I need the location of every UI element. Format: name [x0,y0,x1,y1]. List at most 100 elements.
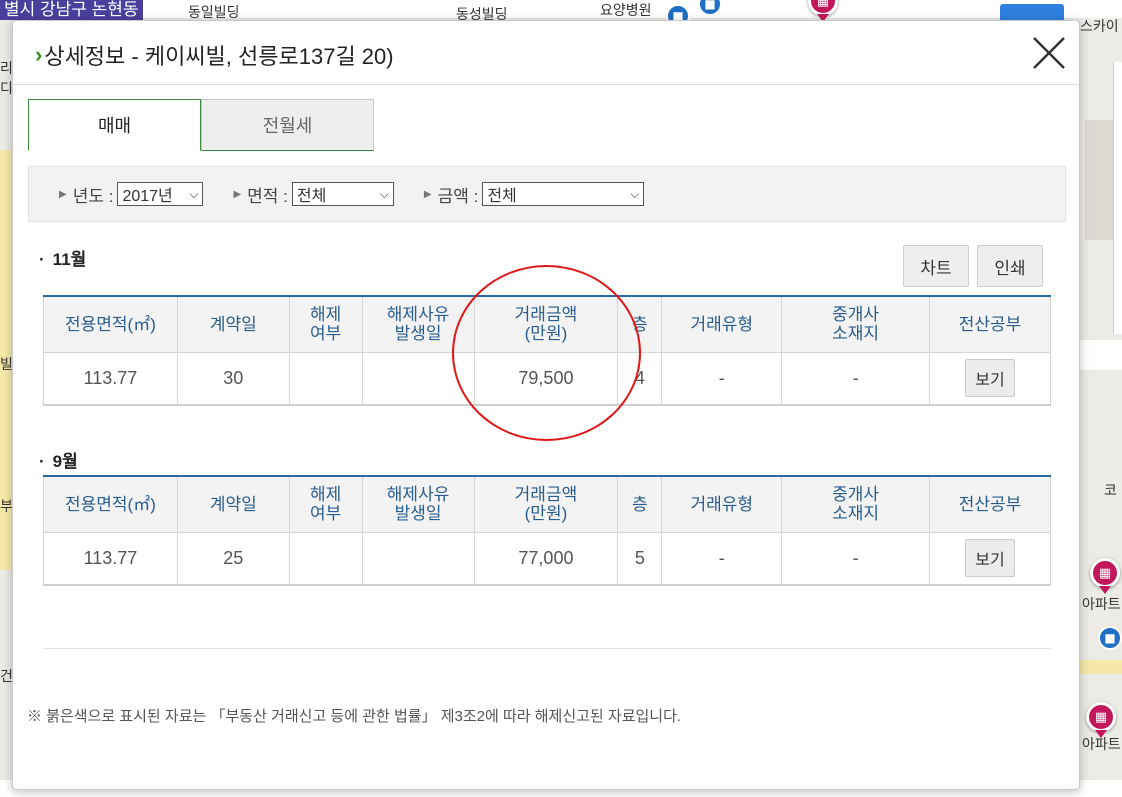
col-cancelled: 해제 여부 [288,295,363,353]
table-header-row: 전용면적(㎡) 계약일 해제 여부 해제사유 발생일 거래금액 (만원) 층 거래유형… [43,295,1051,353]
map-label: 건 [0,668,13,684]
year-filter-label: 년도 : [72,186,114,206]
chevron-down-icon: ⌵ [379,186,389,201]
map-district-label: 별시 강남구 논현동 [0,0,143,20]
triangle-right-icon: ▶ [423,188,432,200]
cell-deal-type: - [661,351,783,406]
table-row: 113.77 25 77,000 5 - - 보기 [43,531,1051,586]
chart-button[interactable]: 차트 [903,245,969,287]
map-side-panel [1113,62,1122,334]
modal-header: › 상세정보 - 케이씨빌, 선릉로137길 20) [13,21,1079,85]
cell-floor: 5 [617,531,663,586]
map-label: 빌 [0,356,13,372]
map-label: 동일빌딩 [188,4,240,20]
close-icon [1033,37,1065,69]
col-date: 계약일 [176,475,290,533]
apartment-marker-icon[interactable]: ▦ [1090,558,1120,588]
modal-title-text: 상세정보 - 케이씨빌, 선릉로137길 20) [44,44,394,69]
cell-floor: 4 [617,351,663,406]
year-select[interactable]: 2017년 ⌵ [117,182,204,206]
cell-registry: 보기 [929,531,1051,586]
detail-modal: › 상세정보 - 케이씨빌, 선릉로137길 20) 매매 전월세 ▶ 년도 :… [12,20,1080,790]
col-area: 전용면적(㎡) [43,295,178,353]
cell-area: 113.77 [43,531,178,586]
tab-sale[interactable]: 매매 [28,99,201,151]
deals-table: 전용면적(㎡) 계약일 해제 여부 해제사유 발생일 거래금액 (만원) 층 거래유형… [43,295,1051,406]
year-filter: ▶ 년도 : 2017년 ⌵ [59,182,204,207]
col-price: 거래금액 (만원) [473,475,619,533]
year-select-value: 2017년 [122,188,173,205]
map-label: 요양병원 [600,2,652,18]
tab-rent[interactable]: 전월세 [201,99,374,151]
col-deal-type: 거래유형 [661,475,783,533]
map-building [1085,120,1115,240]
deal-type-tabs: 매매 전월세 [28,99,374,151]
print-button[interactable]: 인쇄 [977,245,1043,287]
close-button[interactable] [1031,35,1067,71]
bus-stop-icon[interactable]: ■ [1098,626,1122,650]
chevron-down-icon: ⌵ [630,186,640,201]
col-floor: 층 [617,295,663,353]
col-floor: 층 [617,475,663,533]
deals-table: 전용면적(㎡) 계약일 해제 여부 해제사유 발생일 거래금액 (만원) 층 거래유형… [43,475,1051,586]
area-select-value: 전체 [296,188,327,205]
map-label: 부 [0,498,13,514]
col-price: 거래금액 (만원) [473,295,619,353]
cell-agent: - [781,531,931,586]
cell-deal-type: - [661,531,783,586]
price-filter-label: 금액 : [437,186,479,206]
table-header-row: 전용면적(㎡) 계약일 해제 여부 해제사유 발생일 거래금액 (만원) 층 거래유형… [43,475,1051,533]
footnote: ※ 붉은색으로 표시된 자료는 「부동산 거래신고 등에 관한 법률」 제3조2… [27,708,682,725]
col-deal-type: 거래유형 [661,295,783,353]
col-agent: 중개사 소재지 [781,295,931,353]
col-cancel-date: 해제사유 발생일 [361,475,475,533]
bullet-icon: · [39,452,45,471]
month-section-label: · 9월 [39,447,78,472]
cell-price: 77,000 [473,531,619,586]
triangle-right-icon: ▶ [59,188,67,200]
cell-date: 30 [176,351,290,406]
map-label: 아파트 [1082,596,1121,612]
map-label: 스카이 [1080,18,1119,34]
triangle-right-icon: ▶ [233,188,242,200]
bullet-icon: · [39,250,45,269]
map-road [0,0,1122,18]
cell-date: 25 [176,531,290,586]
area-filter: ▶ 면적 : 전체 ⌵ [233,182,394,207]
price-select[interactable]: 전체 ⌵ [482,182,645,206]
col-registry: 전산공부 [929,295,1051,353]
map-label: 디 [0,80,13,96]
chevron-right-icon: › [35,42,43,67]
cell-agent: - [781,351,931,406]
cell-area: 113.77 [43,351,178,406]
chevron-down-icon: ⌵ [189,186,199,201]
cell-registry: 보기 [929,351,1051,406]
col-cancelled: 해제 여부 [288,475,363,533]
area-filter-label: 면적 : [247,186,288,206]
cell-cancelled [288,531,363,586]
col-date: 계약일 [176,295,290,353]
view-registry-button[interactable]: 보기 [965,359,1015,398]
map-label: 코 [1104,482,1117,498]
apartment-marker-icon[interactable]: ▦ [1086,702,1116,732]
map-label: 리 [0,60,13,76]
month-label-text: 11월 [52,250,87,269]
area-select[interactable]: 전체 ⌵ [291,182,394,206]
filter-bar: ▶ 년도 : 2017년 ⌵ ▶ 면적 : 전체 ⌵ ▶ 금액 : 전체 ⌵ [28,166,1066,222]
cell-cancel-date [361,351,475,406]
col-agent: 중개사 소재지 [781,475,931,533]
table-row: 113.77 30 79,500 4 - - 보기 [43,351,1051,406]
price-filter: ▶ 금액 : 전체 ⌵ [423,182,645,207]
view-registry-button[interactable]: 보기 [965,539,1015,578]
col-cancel-date: 해제사유 발생일 [361,295,475,353]
map-road [1080,340,1122,370]
col-area: 전용면적(㎡) [43,475,178,533]
divider [43,648,1051,649]
cell-cancelled [288,351,363,406]
modal-title: › 상세정보 - 케이씨빌, 선릉로137길 20) [35,39,394,71]
cell-price: 79,500 [473,351,619,406]
col-registry: 전산공부 [929,475,1051,533]
month-section-label: · 11월 [39,245,86,270]
month-label-text: 9월 [52,452,78,471]
cell-cancel-date [361,531,475,586]
